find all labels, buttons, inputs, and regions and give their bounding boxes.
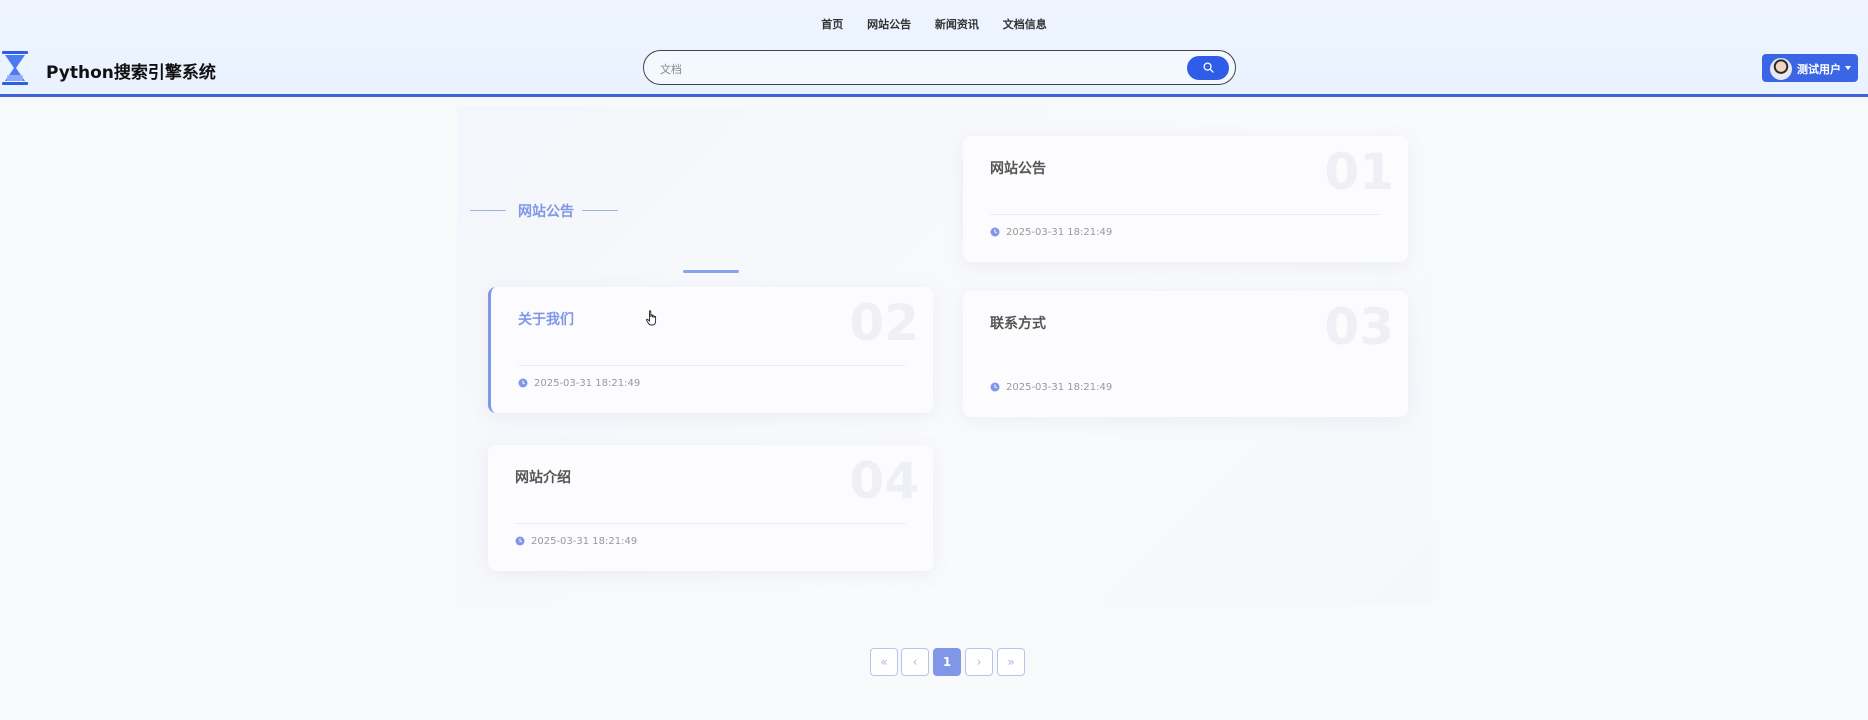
card-divider (515, 523, 906, 524)
card-date: 2025-03-31 18:21:49 (990, 382, 1112, 393)
card-number: 01 (1324, 143, 1394, 201)
announcement-card[interactable]: 网站公告 01 2025-03-31 18:21:49 (963, 136, 1408, 262)
caret-down-icon (1845, 66, 1851, 70)
top-header: 首页 网站公告 新闻资讯 文档信息 Python搜索引擎系统 测试用户 (0, 0, 1868, 97)
prev-page-button[interactable]: ‹ (901, 648, 929, 676)
card-date-text: 2025-03-31 18:21:49 (1006, 382, 1113, 393)
site-title[interactable]: Python搜索引擎系统 (46, 58, 216, 83)
hourglass-logo-icon (2, 51, 28, 85)
card-date-text: 2025-03-31 18:21:49 (1006, 227, 1113, 238)
section-underline (683, 270, 739, 273)
card-date: 2025-03-31 18:21:49 (990, 227, 1112, 238)
section-title: 网站公告 (518, 204, 574, 220)
card-title: 联系方式 (990, 316, 1046, 332)
search-button[interactable] (1187, 56, 1229, 80)
avatar (1770, 58, 1792, 80)
nav-home[interactable]: 首页 (821, 16, 843, 32)
user-menu-button[interactable]: 测试用户 (1762, 54, 1858, 82)
card-date-text: 2025-03-31 18:21:49 (534, 378, 641, 389)
search-input[interactable] (658, 58, 1172, 80)
heading-line-left (470, 210, 506, 211)
clock-icon (515, 536, 525, 546)
card-number: 04 (849, 452, 919, 510)
card-divider (518, 365, 906, 366)
nav-announcements[interactable]: 网站公告 (867, 16, 911, 32)
clock-icon (518, 378, 528, 388)
clock-icon (990, 227, 1000, 237)
first-page-button[interactable]: « (870, 648, 898, 676)
main-nav: 首页 网站公告 新闻资讯 文档信息 (0, 16, 1868, 32)
last-page-button[interactable]: » (997, 648, 1025, 676)
next-page-button[interactable]: › (965, 648, 993, 676)
card-title: 关于我们 (518, 312, 574, 328)
card-number: 02 (849, 294, 919, 352)
section-heading: 网站公告 (470, 201, 620, 221)
card-number: 03 (1324, 298, 1394, 356)
hand-cursor-icon (646, 310, 657, 326)
card-date-text: 2025-03-31 18:21:49 (531, 536, 638, 547)
card-title: 网站介绍 (515, 470, 571, 486)
heading-line-right (582, 210, 618, 211)
announcement-card[interactable]: 网站介绍 04 2025-03-31 18:21:49 (488, 445, 933, 571)
user-name: 测试用户 (1797, 63, 1841, 76)
card-divider (990, 214, 1381, 215)
page-1-button[interactable]: 1 (933, 648, 961, 676)
card-date: 2025-03-31 18:21:49 (518, 378, 640, 389)
nav-documents[interactable]: 文档信息 (1003, 16, 1047, 32)
nav-news[interactable]: 新闻资讯 (935, 16, 979, 32)
card-title: 网站公告 (990, 161, 1046, 177)
announcement-card[interactable]: 关于我们 02 2025-03-31 18:21:49 (488, 287, 933, 413)
clock-icon (990, 382, 1000, 392)
search-icon (1203, 62, 1214, 73)
announcement-card[interactable]: 联系方式 03 2025-03-31 18:21:49 (963, 291, 1408, 417)
search-bar (643, 50, 1236, 85)
card-date: 2025-03-31 18:21:49 (515, 536, 637, 547)
